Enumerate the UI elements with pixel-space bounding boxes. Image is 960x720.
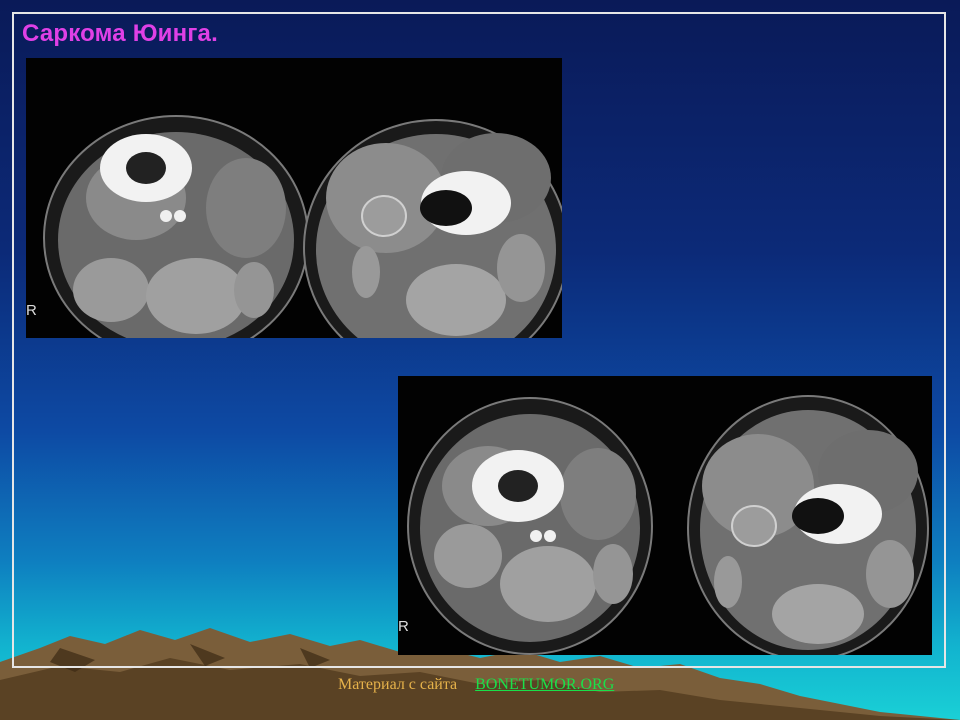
ct-scan-image-top: R: [26, 58, 562, 338]
footer-source-label: Материал с сайта: [338, 676, 458, 693]
ct-scan-cross-sections: [407, 395, 929, 655]
ct-scan-image-bottom: R: [398, 376, 932, 655]
orientation-marker: R: [26, 302, 37, 319]
ct-scan-cross-sections: [43, 115, 562, 338]
footer-source-link[interactable]: BONETUMOR.ORG: [475, 676, 614, 693]
slide-title: Саркома Юинга.: [22, 20, 218, 47]
footer-credit: Материал с сайта BONETUMOR.ORG: [338, 676, 614, 694]
orientation-marker: R: [398, 618, 409, 635]
